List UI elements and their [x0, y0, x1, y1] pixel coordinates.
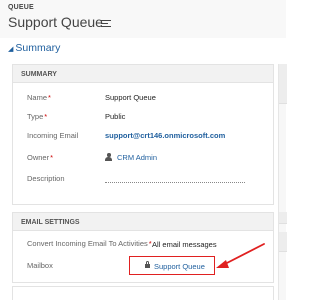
record-title: Support Queue: [8, 14, 103, 30]
required-marker: *: [50, 153, 54, 162]
incoming-email-value[interactable]: support@crt146.onmicrosoft.com: [105, 131, 225, 140]
person-icon: [105, 153, 112, 161]
mailbox-label: Mailbox: [27, 261, 53, 270]
required-marker: *: [44, 112, 48, 121]
required-marker: *: [48, 93, 51, 102]
owner-link[interactable]: CRM Admin: [117, 153, 157, 162]
type-field-value[interactable]: Public: [105, 112, 125, 121]
summary-panel: SUMMARY Name* Support Queue Type* Public…: [12, 64, 274, 205]
description-field-label: Description: [27, 174, 65, 183]
mailbox-highlight-box: [129, 256, 215, 275]
convert-email-label: Convert Incoming Email To Activities*: [27, 239, 152, 248]
annotation-arrow: [216, 243, 265, 268]
summary-heading: SUMMARY: [13, 65, 273, 83]
entity-type-label: QUEUE: [8, 4, 34, 11]
owner-field-value[interactable]: CRM Admin: [105, 153, 157, 162]
side-pane: [278, 64, 287, 300]
convert-email-value[interactable]: All email messages: [152, 240, 217, 249]
summary-section-toggle[interactable]: ◢ Summary: [8, 42, 60, 54]
incoming-email-label: Incoming Email: [27, 131, 79, 140]
caret-down-icon: ◢: [8, 46, 14, 53]
name-field-value[interactable]: Support Queue: [105, 93, 156, 102]
menu-icon[interactable]: [101, 20, 111, 28]
name-field-label: Name*: [27, 93, 51, 102]
type-field-label: Type*: [27, 112, 48, 121]
description-field-input[interactable]: [105, 175, 245, 183]
owner-field-label: Owner*: [27, 153, 54, 162]
next-section-panel: [12, 286, 274, 300]
section-title: Summary: [15, 42, 61, 54]
email-settings-heading: EMAIL SETTINGS: [13, 213, 273, 231]
record-header: QUEUE Support Queue: [0, 0, 286, 38]
